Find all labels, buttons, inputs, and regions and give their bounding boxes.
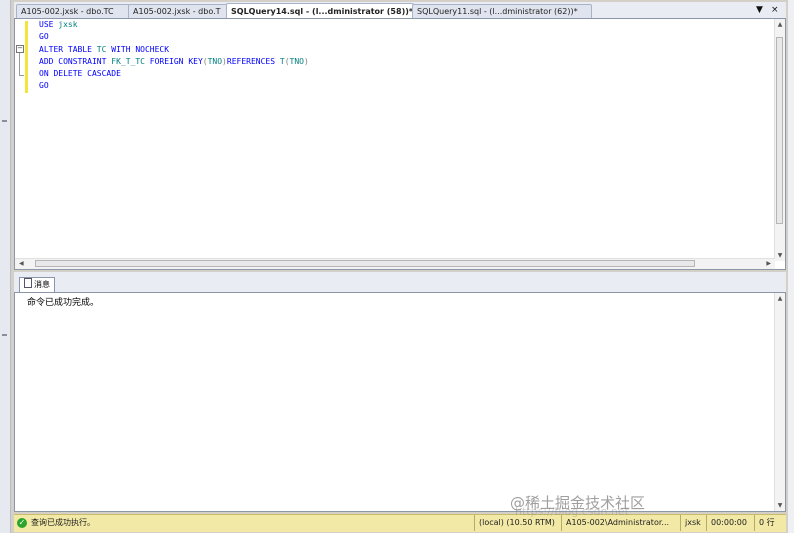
success-check-icon: ✓	[17, 518, 27, 528]
code-token: GO	[39, 32, 49, 42]
status-row-count: 0 行	[754, 515, 785, 531]
tab-sqlquery11[interactable]: SQLQuery11.sql - (l...dministrator (62))…	[412, 4, 592, 19]
document-tab-bar: A105-002.jxsk - dbo.TC A105-002.jxsk - d…	[14, 2, 786, 20]
query-status-bar: ✓ 查询已成功执行。 (local) (10.50 RTM) A105-002\…	[14, 514, 786, 532]
tab-t-table[interactable]: A105-002.jxsk - dbo.T	[128, 4, 234, 19]
editor-horizontal-scrollbar[interactable]: ◀ ▶	[15, 258, 775, 269]
code-token: TNO	[207, 56, 223, 66]
results-tab-bar: 消息	[14, 272, 786, 293]
code-line[interactable]: USE jxsk	[39, 19, 309, 31]
editor-vertical-scrollbar[interactable]: ▲ ▼	[774, 19, 785, 261]
messages-document-icon	[24, 278, 32, 288]
tab-list-dropdown-icon[interactable]: ▼	[756, 4, 763, 17]
fold-guide-end	[19, 75, 24, 76]
code-token: ADD CONSTRAINT	[39, 56, 112, 66]
code-line[interactable]: GO	[39, 31, 309, 43]
status-elapsed-time: 00:00:00	[706, 515, 757, 531]
code-token: GO	[39, 81, 49, 91]
sql-editor[interactable]: − USE jxsk GO ALTER TABLE TC WITH NOCHECK A…	[14, 18, 786, 270]
horizontal-scroll-thumb[interactable]	[35, 260, 695, 267]
scroll-down-arrow-icon[interactable]: ▼	[775, 252, 785, 259]
scroll-up-arrow-icon[interactable]: ▲	[775, 21, 785, 28]
scroll-up-arrow-icon[interactable]: ▲	[775, 295, 785, 302]
code-token: TC	[96, 44, 112, 54]
messages-vertical-scrollbar[interactable]: ▲ ▼	[774, 293, 785, 511]
code-line[interactable]: ALTER TABLE TC WITH NOCHECK	[39, 44, 309, 56]
code-token: REFERENCES	[226, 56, 280, 66]
status-message: 查询已成功执行。	[31, 518, 95, 527]
code-line[interactable]: ADD CONSTRAINT FK_T_TC FOREIGN KEY(TNO)R…	[39, 56, 309, 68]
collapse-region-icon[interactable]: −	[16, 45, 24, 53]
dock-grip-mark	[2, 334, 7, 336]
code-line[interactable]: ON DELETE CASCADE	[39, 68, 309, 80]
scroll-right-arrow-icon[interactable]: ▶	[766, 259, 771, 269]
result-message: 命令已成功完成。	[27, 298, 100, 308]
vertical-scroll-thumb[interactable]	[776, 37, 783, 224]
code-token: ALTER TABLE	[39, 44, 97, 54]
code-token: ON DELETE CASCADE	[39, 69, 121, 79]
right-dock-edge	[788, 0, 794, 533]
left-dock-strip	[0, 0, 11, 533]
scroll-down-arrow-icon[interactable]: ▼	[775, 502, 785, 509]
code-token: jxsk	[58, 20, 78, 29]
code-line[interactable]: GO	[39, 80, 309, 92]
tab-tc-table[interactable]: A105-002.jxsk - dbo.TC	[16, 4, 130, 19]
tab-messages[interactable]: 消息	[19, 277, 55, 292]
code-token: FK_T_TC	[111, 56, 150, 66]
dock-grip-mark	[2, 120, 7, 122]
code-token: USE	[39, 20, 59, 29]
changed-lines-indicator	[25, 21, 28, 93]
scroll-left-arrow-icon[interactable]: ◀	[19, 259, 24, 269]
code-token: FOREIGN KEY	[149, 56, 203, 66]
code-token: )	[303, 56, 309, 66]
sql-code[interactable]: USE jxsk GO ALTER TABLE TC WITH NOCHECK ADD…	[39, 19, 309, 93]
code-token: TNO	[289, 56, 304, 66]
code-token: WITH NOCHECK	[111, 44, 170, 54]
close-document-icon[interactable]: ×	[771, 4, 779, 17]
fold-guide-line	[19, 53, 20, 75]
messages-pane[interactable]: 命令已成功完成。 ▲ ▼	[14, 292, 786, 512]
watermark-text: @稀土掘金技术社区	[510, 494, 646, 512]
